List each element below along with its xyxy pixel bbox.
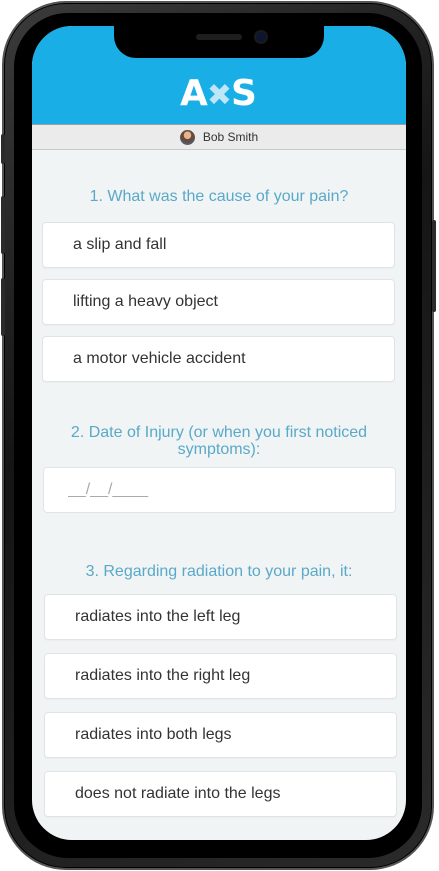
option-label: lifting a heavy object [73, 293, 218, 310]
option-label: a motor vehicle accident [73, 350, 246, 367]
volume-up-button [1, 196, 5, 254]
user-name: Bob Smith [202, 130, 259, 144]
q1-option-slip-and-fall[interactable]: a slip and fall [42, 222, 395, 268]
user-bar: Bob Smith [32, 124, 406, 150]
bandage-icon: ✖ [206, 78, 234, 113]
power-button [432, 220, 436, 312]
logo-letter-left: A [180, 73, 209, 114]
option-label: radiates into the left leg [75, 608, 241, 625]
app-logo: A✖S [32, 74, 406, 116]
option-label: radiates into the right leg [75, 667, 251, 684]
volume-down-button [1, 278, 5, 336]
q1-option-lifting[interactable]: lifting a heavy object [42, 279, 395, 325]
speaker-grille [196, 34, 242, 40]
camera-icon [256, 32, 266, 42]
app-screen: A✖S Bob Smith 1. What was the cause of y… [32, 26, 406, 840]
q1-option-motor-vehicle[interactable]: a motor vehicle accident [42, 336, 395, 382]
q3-option-no-radiation[interactable]: does not radiate into the legs [44, 771, 397, 817]
option-label: does not radiate into the legs [75, 785, 281, 802]
q3-option-left-leg[interactable]: radiates into the left leg [44, 594, 397, 640]
question-1-title: 1. What was the cause of your pain? [89, 188, 349, 205]
injury-date-input[interactable] [43, 467, 396, 513]
avatar [179, 129, 195, 145]
logo-letter-right: S [231, 73, 258, 114]
q3-option-right-leg[interactable]: radiates into the right leg [44, 653, 397, 699]
option-label: radiates into both legs [75, 726, 232, 743]
option-label: a slip and fall [73, 236, 167, 253]
question-3-title: 3. Regarding radiation to your pain, it: [85, 563, 353, 580]
mute-switch [1, 134, 5, 164]
notch [114, 26, 324, 58]
question-2-title: 2. Date of Injury (or when you first not… [70, 424, 368, 458]
q3-option-both-legs[interactable]: radiates into both legs [44, 712, 397, 758]
